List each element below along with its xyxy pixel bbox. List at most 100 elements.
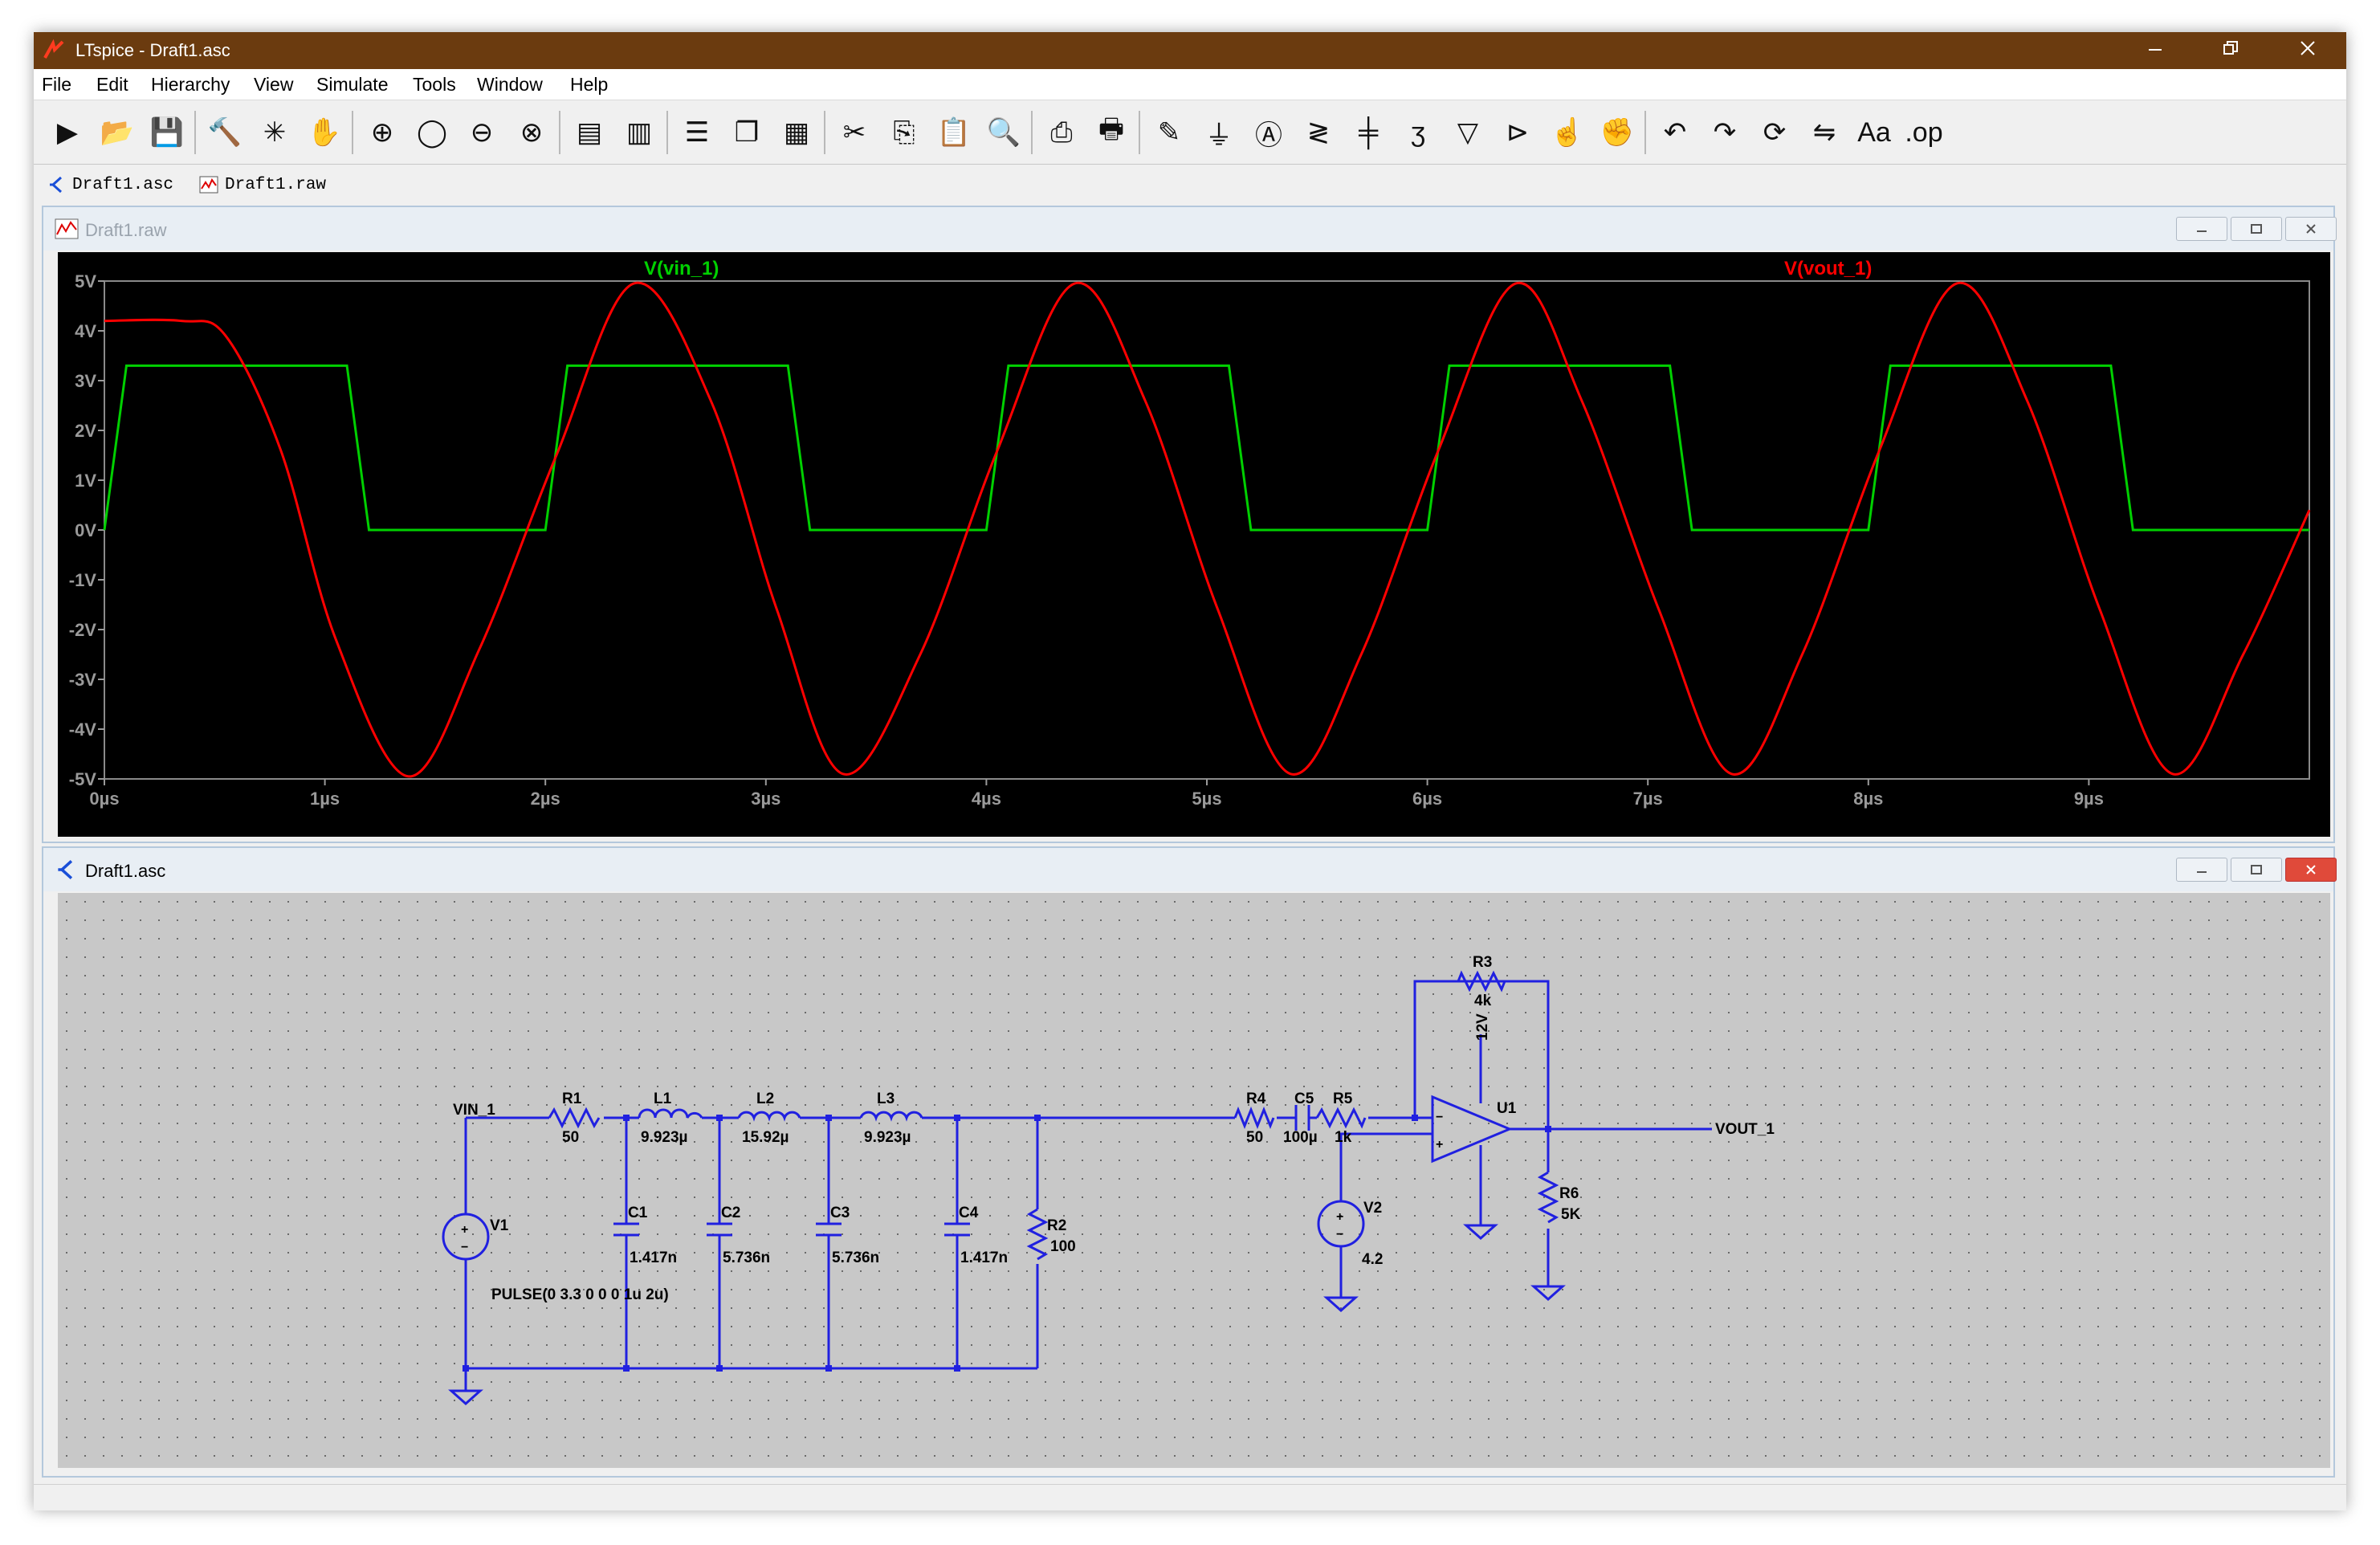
zoom-cancel-button[interactable]: ⊗ (507, 109, 556, 156)
component-button[interactable]: ⊳ (1494, 109, 1542, 156)
y-tick-label: 2V (75, 421, 96, 441)
r1-ref: R1 (562, 1090, 582, 1107)
toolbar-separator (1644, 111, 1646, 154)
minimize-button[interactable] (2118, 32, 2192, 69)
inductor-icon: ʒ (1410, 116, 1426, 148)
ground-button[interactable]: ⏚ (1195, 109, 1243, 156)
copy-button[interactable]: ⎘ (880, 109, 928, 156)
zoom-in-button[interactable]: ⊕ (358, 109, 406, 156)
inductor-button[interactable]: ʒ (1394, 109, 1442, 156)
waveform-chart[interactable]: 5V 4V 3V 2V 1V 0V -1V -2V -3V -4V -5V0µs 1µs 2µs 3µs 4… (58, 252, 2330, 837)
close-icon (2306, 224, 2316, 234)
toolbar-separator (352, 111, 353, 154)
save-icon: 💾 (149, 117, 185, 148)
l3-ref: L3 (877, 1090, 895, 1107)
schematic-restore-button[interactable] (2231, 858, 2282, 882)
pan-button[interactable]: ✋ (300, 109, 348, 156)
zoom-in-icon: ⊕ (370, 117, 394, 148)
minimize-icon (2197, 871, 2207, 873)
c5-value: 100µ (1283, 1129, 1318, 1146)
tab-label: Draft1.asc (72, 175, 174, 194)
restore-button[interactable] (2194, 32, 2268, 69)
find-button[interactable]: 🔍 (980, 109, 1028, 156)
menu-file[interactable]: File (42, 74, 71, 96)
diode-button[interactable]: ▽ (1444, 109, 1492, 156)
schematic-drawing[interactable]: + − + − − + VIN_1 VOUT_1 R1 50 L1 9.923µ L2… (58, 893, 2330, 1468)
paste-icon: 📋 (936, 117, 972, 148)
schematic-minimize-button[interactable] (2176, 858, 2227, 882)
zoom-full-icon: ◯ (416, 117, 448, 148)
c4-value: 1.417n (960, 1249, 1008, 1266)
undo-button[interactable]: ↶ (1651, 109, 1699, 156)
cut-button[interactable]: ✂ (830, 109, 878, 156)
tab-label: Draft1.raw (225, 175, 327, 194)
autorange-y-button[interactable]: ▥ (615, 109, 663, 156)
schematic-window-title-bar: Draft1.asc (43, 848, 2337, 891)
l1-value: 9.923µ (641, 1129, 688, 1146)
print-button[interactable]: 🖶 (1087, 109, 1135, 156)
cascade-button[interactable]: ❐ (723, 109, 771, 156)
halt-button[interactable]: ✳ (251, 109, 299, 156)
run-button[interactable]: ▶ (43, 109, 92, 156)
wire-button[interactable]: ✎ (1145, 109, 1193, 156)
y-tick-label: -3V (69, 670, 97, 690)
label-net-button[interactable]: Ⓐ (1245, 109, 1293, 156)
open-button[interactable]: 📂 (93, 109, 141, 156)
c1-value: 1.417n (630, 1249, 677, 1266)
menu-hierarchy[interactable]: Hierarchy (151, 74, 230, 96)
schematic-close-button[interactable] (2285, 858, 2337, 882)
c2-value: 5.736n (723, 1249, 770, 1266)
title-bar: LTspice - Draft1.asc (34, 32, 2346, 69)
waveform-plot[interactable]: 5V 4V 3V 2V 1V 0V -1V -2V -3V -4V -5V 0µs 1µs 2µs 3µs 4… (58, 252, 2330, 837)
save-button[interactable]: 💾 (143, 109, 191, 156)
supply-label: 12V (1474, 1013, 1491, 1041)
ground-icon: ⏚ (1205, 120, 1233, 151)
capacitor-button[interactable]: ╪ (1344, 109, 1392, 156)
print-setup-icon: ⎙ (1050, 116, 1073, 148)
resistor-button[interactable]: ≷ (1294, 109, 1343, 156)
diode-icon: ▽ (1457, 117, 1479, 148)
tile-vertical-button[interactable]: ▦ (772, 109, 821, 156)
spice-directive-button[interactable]: .op (1900, 109, 1948, 156)
waveform-window: Draft1.raw 5V 4V 3V 2V 1V 0V -1V -2V -3V -4V -5V 0µ… (42, 206, 2337, 843)
r3-value: 4k (1474, 993, 1492, 1009)
tab-schematic[interactable]: Draft1.asc (48, 170, 173, 199)
menu-edit[interactable]: Edit (96, 74, 128, 96)
text-button[interactable]: Aa (1850, 109, 1898, 156)
close-button[interactable] (2271, 32, 2345, 69)
waveform-window-title-bar: Draft1.raw (43, 207, 2337, 251)
rotate-icon: ⟳ (1763, 117, 1787, 148)
x-tick-label: 7µs (1633, 789, 1663, 809)
rotate-button[interactable]: ⟳ (1750, 109, 1799, 156)
plot-close-button[interactable] (2285, 217, 2337, 241)
toolbar: ▶ 📂 💾 🔨 ✳ ✋ ⊕ ◯ ⊖ ⊗ ▤ ▥ ☰ ❐ ▦ ✂ ⎘ 📋 🔍 ⎙ 🖶 ✎ ⏚ Ⓐ ≷ ╪ ʒ ▽ ⊳ ☝ ✊ ↶ ↷ ⟳ ⇋ Aa .op (34, 101, 2346, 165)
window-title: LTspice - Draft1.asc (75, 40, 230, 60)
zoom-full-button[interactable]: ◯ (408, 109, 456, 156)
x-tick-label: 3µs (751, 789, 780, 809)
autorange-button[interactable]: ▤ (565, 109, 613, 156)
waveform-window-title: Draft1.raw (85, 220, 167, 240)
paste-button[interactable]: 📋 (930, 109, 978, 156)
plot-restore-button[interactable] (2231, 217, 2282, 241)
y-tick-label: 1V (75, 471, 96, 491)
zoom-out-button[interactable]: ⊖ (458, 109, 506, 156)
print-setup-button[interactable]: ⎙ (1037, 109, 1086, 156)
schematic-canvas[interactable]: + − + − − + VIN_1 VOUT_1 R1 50 L1 9.923µ L2… (58, 893, 2330, 1468)
r3-ref: R3 (1473, 954, 1492, 971)
control-panel-button[interactable]: 🔨 (201, 109, 249, 156)
c4-ref: C4 (959, 1205, 979, 1221)
menu-view[interactable]: View (254, 74, 293, 96)
restore-icon (2251, 224, 2262, 234)
move-button[interactable]: ☝ (1543, 109, 1591, 156)
redo-button[interactable]: ↷ (1701, 109, 1749, 156)
copy-icon: ⎘ (893, 116, 915, 148)
tab-waveform[interactable]: Draft1.raw (199, 170, 326, 199)
plot-minimize-button[interactable] (2176, 217, 2227, 241)
menu-tools[interactable]: Tools (413, 74, 456, 96)
menu-help[interactable]: Help (570, 74, 608, 96)
menu-simulate[interactable]: Simulate (316, 74, 388, 96)
mirror-button[interactable]: ⇋ (1800, 109, 1848, 156)
drag-button[interactable]: ✊ (1593, 109, 1641, 156)
tile-horizontal-button[interactable]: ☰ (673, 109, 721, 156)
menu-window[interactable]: Window (477, 74, 543, 96)
